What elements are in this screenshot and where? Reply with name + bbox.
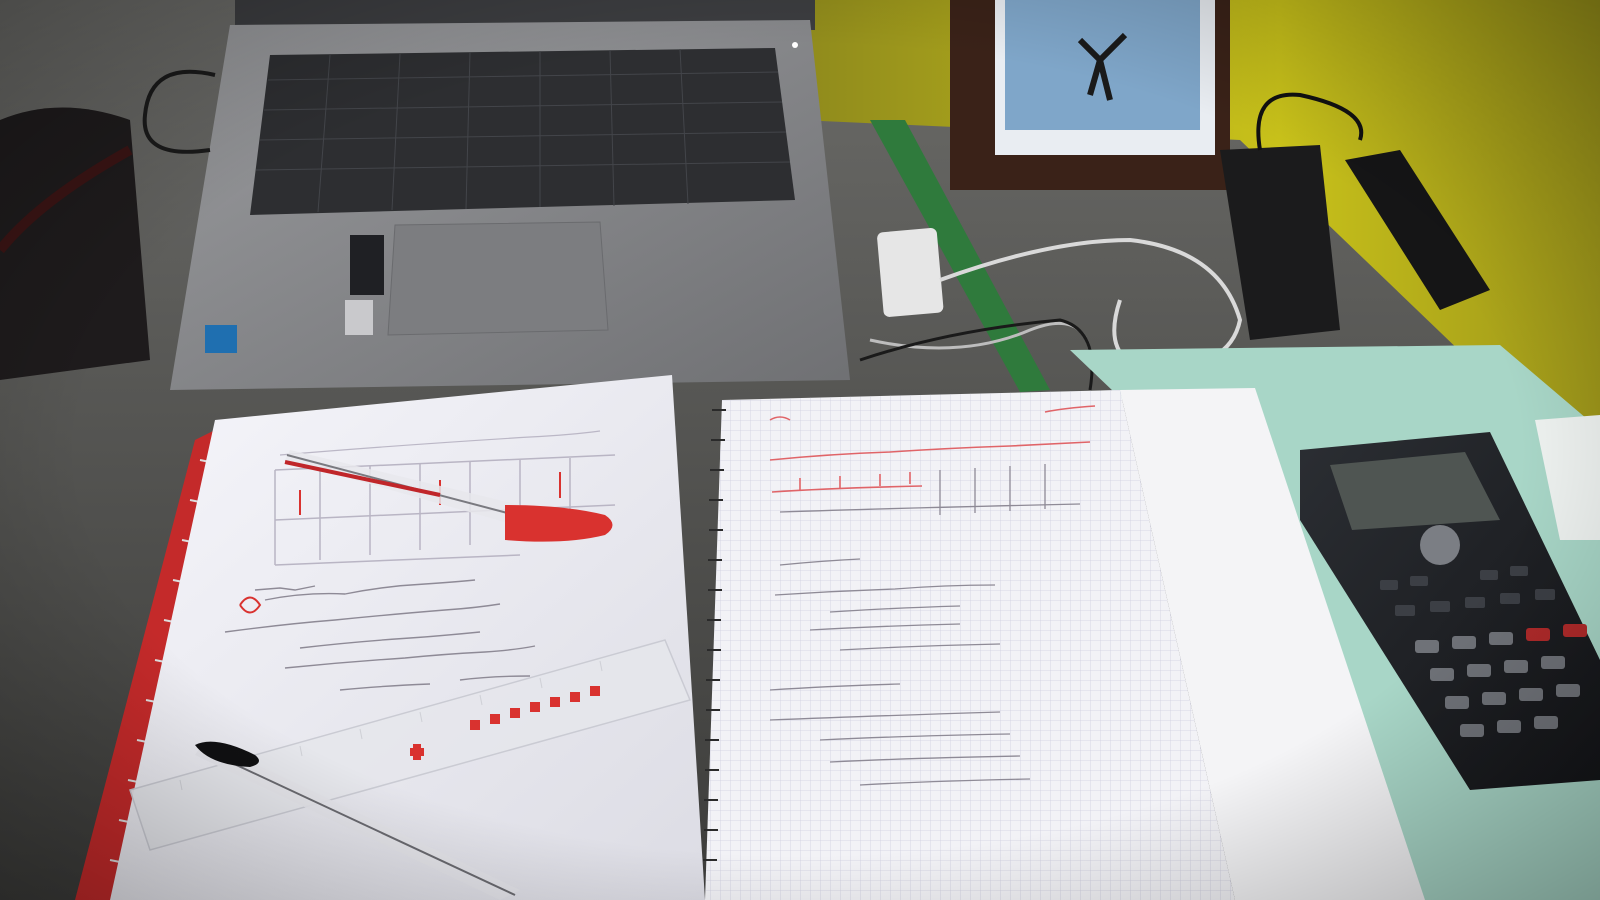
- vignette: [0, 0, 1600, 900]
- desk-photo: [0, 0, 1600, 900]
- photo-canvas: [0, 0, 1600, 900]
